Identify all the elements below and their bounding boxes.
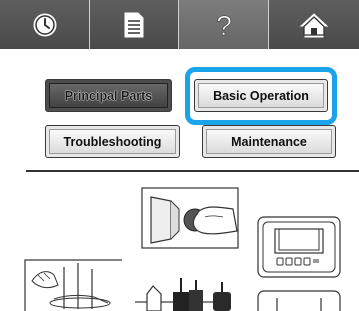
troubleshooting-button[interactable]: Troubleshooting — [45, 125, 180, 158]
top-toolbar: ? — [0, 0, 359, 49]
help-icon: ? — [215, 10, 232, 40]
lcd-panel-illustration — [257, 216, 341, 278]
thread-stand-illustration — [135, 278, 231, 311]
home-button[interactable] — [269, 0, 359, 49]
basic-operation-button[interactable]: Basic Operation — [194, 79, 328, 112]
help-glyph: ? — [216, 10, 232, 40]
home-icon — [299, 12, 329, 37]
lcd-panel-illustration-2 — [257, 290, 341, 311]
document-icon — [124, 12, 144, 37]
hand-pressing-illustration — [141, 187, 239, 249]
troubleshooting-label: Troubleshooting — [63, 134, 162, 149]
clock-icon — [33, 13, 56, 36]
help-button[interactable]: ? — [179, 0, 269, 49]
thread-spool-illustration — [24, 259, 122, 311]
principal-parts-button[interactable]: Principal Parts — [45, 79, 172, 112]
section-divider — [26, 170, 359, 172]
clock-button[interactable] — [0, 0, 90, 49]
maintenance-label: Maintenance — [231, 134, 307, 149]
principal-parts-label: Principal Parts — [64, 88, 153, 103]
maintenance-button[interactable]: Maintenance — [202, 125, 336, 158]
manual-button[interactable] — [90, 0, 179, 49]
basic-operation-label: Basic Operation — [213, 88, 309, 103]
